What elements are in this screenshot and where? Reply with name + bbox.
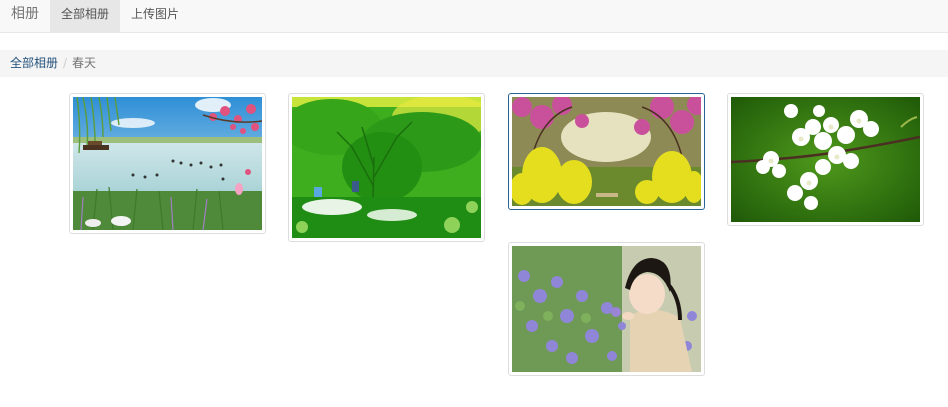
photo-girl-flowers [512,246,701,372]
photo-green-tree [292,97,481,238]
photo-thumbnail-1[interactable] [69,93,266,234]
breadcrumb-current: 春天 [72,56,97,70]
breadcrumb: 全部相册 / 春天 [0,50,948,77]
photo-white-blossoms [731,97,920,222]
breadcrumb-all-albums-link[interactable]: 全部相册 [10,50,58,77]
top-navbar: 相册 全部相册 上传图片 [0,0,948,33]
photo-thumbnail-4[interactable] [727,93,924,226]
photo-thumbnail-3[interactable] [508,93,705,210]
nav-all-albums[interactable]: 全部相册 [50,0,120,33]
nav-upload-photos[interactable]: 上传图片 [120,0,190,33]
photo-rapeseed-blossom [512,97,701,206]
breadcrumb-separator: / [63,56,68,70]
photo-thumbnail-5[interactable] [508,242,705,376]
photo-willow-lake [73,97,262,230]
photo-thumbnail-2[interactable] [288,93,485,242]
navbar-brand[interactable]: 相册 [0,0,50,33]
